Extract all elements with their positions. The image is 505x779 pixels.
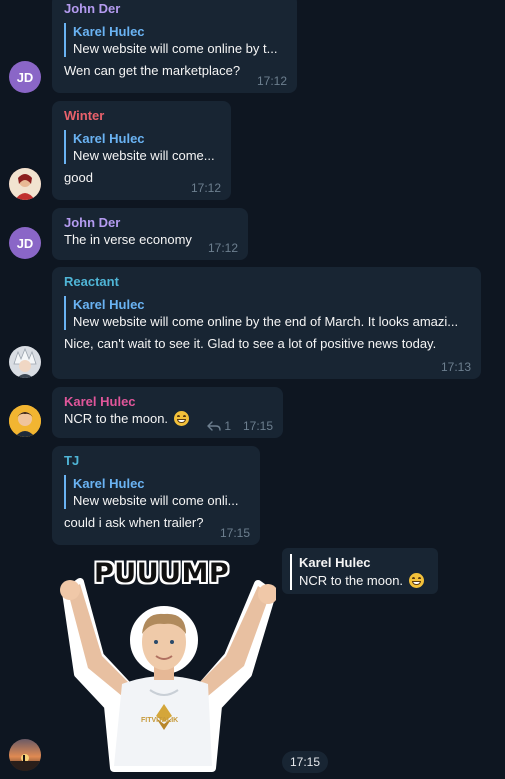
message-time: 17:13 bbox=[440, 360, 471, 374]
message-time: 17:12 bbox=[256, 74, 287, 88]
message-bubble[interactable]: Karel Hulec NCR to the moon. 1 17:15 bbox=[52, 387, 283, 438]
sender-name[interactable]: TJ bbox=[64, 452, 248, 469]
message-time: 17:12 bbox=[190, 181, 221, 195]
sunset-avatar-image bbox=[9, 739, 41, 771]
sender-name[interactable]: Reactant bbox=[64, 273, 469, 290]
message-bubble[interactable]: Reactant Karel Hulec New website will co… bbox=[52, 267, 481, 379]
replies-counter[interactable]: 1 bbox=[207, 419, 231, 433]
sender-name[interactable]: John Der bbox=[64, 0, 285, 17]
sticker-reply-quote[interactable]: Karel Hulec NCR to the moon. bbox=[282, 548, 438, 594]
avatar-winter[interactable] bbox=[9, 168, 41, 200]
sender-name[interactable]: Winter bbox=[64, 107, 219, 124]
reply-quote[interactable]: Karel Hulec New website will come online… bbox=[64, 296, 469, 330]
replies-count: 1 bbox=[224, 419, 231, 433]
message-text: Nice, can't wait to see it. Glad to see … bbox=[64, 336, 437, 351]
avatar-sticker-sender[interactable] bbox=[9, 739, 41, 771]
message-text: Wen can get the marketplace? bbox=[64, 63, 241, 78]
reply-name: Karel Hulec bbox=[73, 476, 145, 491]
message-bubble[interactable]: Winter Karel Hulec New website will come… bbox=[52, 101, 231, 200]
grinning-face-icon bbox=[173, 411, 189, 426]
reply-quote[interactable]: Karel Hulec New website will come onli..… bbox=[64, 475, 248, 509]
message-time: 17:15 bbox=[242, 419, 273, 433]
reply-text: New website will come online by t... bbox=[73, 41, 278, 56]
message-bubble[interactable]: John Der The in verse economy 17:12 bbox=[52, 208, 248, 260]
avatar-karel-hulec[interactable] bbox=[9, 405, 41, 437]
avatar-john-der[interactable]: JD bbox=[9, 61, 41, 93]
reply-text: New website will come online by the end … bbox=[73, 314, 459, 329]
grinning-face-icon bbox=[408, 573, 424, 588]
reply-name: Karel Hulec bbox=[73, 297, 145, 312]
sticker-shirt-text: FITVITALIK bbox=[141, 717, 179, 724]
reply-name: Karel Hulec bbox=[299, 555, 371, 570]
reactant-avatar-image bbox=[9, 346, 41, 378]
sender-name[interactable]: Karel Hulec bbox=[64, 393, 271, 410]
reply-name: Karel Hulec bbox=[73, 24, 145, 39]
message-time: 17:12 bbox=[207, 241, 238, 255]
karel-avatar-image bbox=[9, 405, 41, 437]
sticker-time: 17:15 bbox=[282, 751, 328, 773]
message-text: NCR to the moon. bbox=[64, 411, 169, 426]
message-bubble[interactable]: TJ Karel Hulec New website will come onl… bbox=[52, 446, 260, 545]
reply-quote[interactable]: Karel Hulec New website will come online… bbox=[64, 23, 285, 57]
sender-name[interactable]: John Der bbox=[64, 214, 236, 231]
reply-quote[interactable]: Karel Hulec New website will come... bbox=[64, 130, 219, 164]
sticker[interactable]: PUUUMP FITVITALIK bbox=[52, 556, 278, 774]
avatar-john-der[interactable]: JD bbox=[9, 227, 41, 259]
message-time: 17:15 bbox=[219, 526, 250, 540]
reply-arrow-icon bbox=[207, 421, 221, 431]
winter-avatar-image bbox=[9, 168, 41, 200]
reply-text: NCR to the moon. bbox=[299, 573, 404, 588]
reply-text: New website will come... bbox=[73, 148, 215, 163]
avatar-reactant[interactable] bbox=[9, 346, 41, 378]
reply-text: New website will come onli... bbox=[73, 493, 239, 508]
sticker-caption: PUUUMP bbox=[94, 558, 230, 589]
message-bubble[interactable]: John Der Karel Hulec New website will co… bbox=[52, 0, 297, 93]
reply-name: Karel Hulec bbox=[73, 131, 145, 146]
message-text-row: NCR to the moon. bbox=[64, 410, 271, 428]
